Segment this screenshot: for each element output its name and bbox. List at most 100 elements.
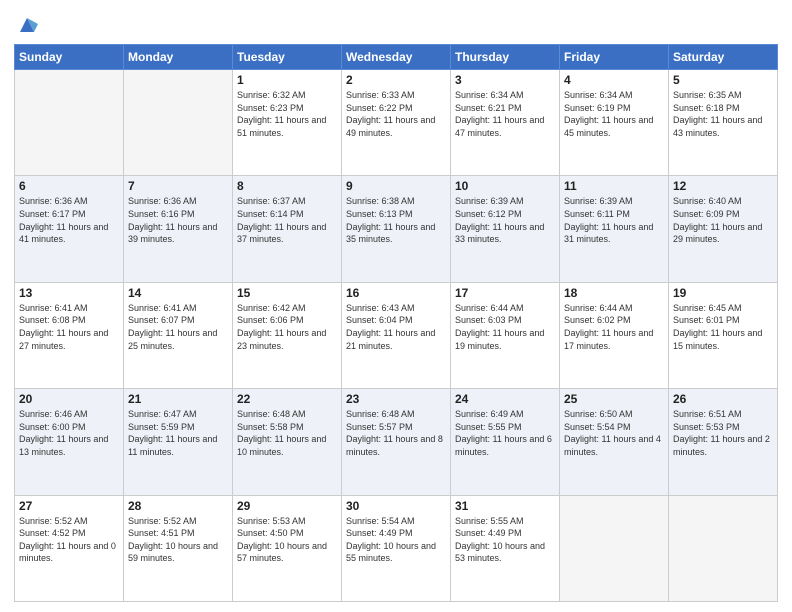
day-number: 21 [128, 392, 228, 406]
logo [14, 14, 38, 36]
table-row: 5Sunrise: 6:35 AMSunset: 6:18 PMDaylight… [669, 70, 778, 176]
day-number: 23 [346, 392, 446, 406]
day-number: 22 [237, 392, 337, 406]
day-info: Sunrise: 6:44 AMSunset: 6:03 PMDaylight:… [455, 302, 555, 352]
day-number: 16 [346, 286, 446, 300]
day-number: 9 [346, 179, 446, 193]
day-info: Sunrise: 6:48 AMSunset: 5:58 PMDaylight:… [237, 408, 337, 458]
table-row: 16 Sunrise: 6:43 AMSunset: 6:04 PMDayligh… [342, 282, 451, 388]
day-number: 3 [455, 73, 555, 87]
table-row: 27 Sunrise: 5:52 AMSunset: 4:52 PMDayligh… [15, 495, 124, 601]
day-number: 15 [237, 286, 337, 300]
day-info: Sunrise: 6:37 AMSunset: 6:14 PMDaylight:… [237, 195, 337, 245]
day-number: 28 [128, 499, 228, 513]
table-row: 15 Sunrise: 6:42 AMSunset: 6:06 PMDayligh… [233, 282, 342, 388]
table-row: 23 Sunrise: 6:48 AMSunset: 5:57 PMDayligh… [342, 389, 451, 495]
table-row: 22 Sunrise: 6:48 AMSunset: 5:58 PMDayligh… [233, 389, 342, 495]
table-row: 7 Sunrise: 6:36 AMSunset: 6:16 PMDaylight… [124, 176, 233, 282]
day-number: 18 [564, 286, 664, 300]
day-number: 30 [346, 499, 446, 513]
calendar-week-row: 27 Sunrise: 5:52 AMSunset: 4:52 PMDayligh… [15, 495, 778, 601]
table-row: 9 Sunrise: 6:38 AMSunset: 6:13 PMDaylight… [342, 176, 451, 282]
day-info: Sunrise: 6:41 AMSunset: 6:07 PMDaylight:… [128, 302, 228, 352]
table-row [560, 495, 669, 601]
day-info: Sunrise: 6:36 AMSunset: 6:16 PMDaylight:… [128, 195, 228, 245]
day-info: Sunrise: 6:34 AMSunset: 6:21 PMDaylight:… [455, 89, 555, 139]
table-row: 25 Sunrise: 6:50 AMSunset: 5:54 PMDayligh… [560, 389, 669, 495]
day-number: 4 [564, 73, 664, 87]
day-info: Sunrise: 6:51 AMSunset: 5:53 PMDaylight:… [673, 408, 773, 458]
table-row: 28 Sunrise: 5:52 AMSunset: 4:51 PMDayligh… [124, 495, 233, 601]
day-number: 5 [673, 73, 773, 87]
page-container: Sunday Monday Tuesday Wednesday Thursday… [0, 0, 792, 612]
calendar-week-row: 6Sunrise: 6:36 AMSunset: 6:17 PMDaylight… [15, 176, 778, 282]
day-info: Sunrise: 6:46 AMSunset: 6:00 PMDaylight:… [19, 408, 119, 458]
day-info: Sunrise: 6:50 AMSunset: 5:54 PMDaylight:… [564, 408, 664, 458]
day-info: Sunrise: 5:52 AMSunset: 4:52 PMDaylight:… [19, 515, 119, 565]
table-row [124, 70, 233, 176]
table-row: 6Sunrise: 6:36 AMSunset: 6:17 PMDaylight… [15, 176, 124, 282]
logo-icon [16, 14, 38, 36]
table-row: 3 Sunrise: 6:34 AMSunset: 6:21 PMDaylight… [451, 70, 560, 176]
day-info: Sunrise: 6:45 AMSunset: 6:01 PMDaylight:… [673, 302, 773, 352]
calendar-week-row: 1Sunrise: 6:32 AMSunset: 6:23 PMDaylight… [15, 70, 778, 176]
day-info: Sunrise: 6:43 AMSunset: 6:04 PMDaylight:… [346, 302, 446, 352]
day-info: Sunrise: 5:55 AMSunset: 4:49 PMDaylight:… [455, 515, 555, 565]
table-row: 14 Sunrise: 6:41 AMSunset: 6:07 PMDayligh… [124, 282, 233, 388]
day-info: Sunrise: 6:40 AMSunset: 6:09 PMDaylight:… [673, 195, 773, 245]
calendar-week-row: 20 Sunrise: 6:46 AMSunset: 6:00 PMDayligh… [15, 389, 778, 495]
day-info: Sunrise: 6:42 AMSunset: 6:06 PMDaylight:… [237, 302, 337, 352]
table-row: 13 Sunrise: 6:41 AMSunset: 6:08 PMDayligh… [15, 282, 124, 388]
day-number: 7 [128, 179, 228, 193]
day-number: 11 [564, 179, 664, 193]
day-info: Sunrise: 5:52 AMSunset: 4:51 PMDaylight:… [128, 515, 228, 565]
day-number: 2 [346, 73, 446, 87]
day-info: Sunrise: 6:34 AMSunset: 6:19 PMDaylight:… [564, 89, 664, 139]
table-row: 4 Sunrise: 6:34 AMSunset: 6:19 PMDaylight… [560, 70, 669, 176]
calendar-header-row: Sunday Monday Tuesday Wednesday Thursday… [15, 45, 778, 70]
day-number: 13 [19, 286, 119, 300]
table-row: 11Sunrise: 6:39 AMSunset: 6:11 PMDayligh… [560, 176, 669, 282]
day-info: Sunrise: 6:44 AMSunset: 6:02 PMDaylight:… [564, 302, 664, 352]
table-row: 21Sunrise: 6:47 AMSunset: 5:59 PMDayligh… [124, 389, 233, 495]
day-number: 8 [237, 179, 337, 193]
table-row: 29Sunrise: 5:53 AMSunset: 4:50 PMDayligh… [233, 495, 342, 601]
table-row: 24 Sunrise: 6:49 AMSunset: 5:55 PMDayligh… [451, 389, 560, 495]
day-number: 31 [455, 499, 555, 513]
table-row: 10Sunrise: 6:39 AMSunset: 6:12 PMDayligh… [451, 176, 560, 282]
table-row: 17 Sunrise: 6:44 AMSunset: 6:03 PMDayligh… [451, 282, 560, 388]
day-info: Sunrise: 6:49 AMSunset: 5:55 PMDaylight:… [455, 408, 555, 458]
table-row [15, 70, 124, 176]
day-number: 12 [673, 179, 773, 193]
day-info: Sunrise: 6:32 AMSunset: 6:23 PMDaylight:… [237, 89, 337, 139]
table-row: 12 Sunrise: 6:40 AMSunset: 6:09 PMDayligh… [669, 176, 778, 282]
day-number: 26 [673, 392, 773, 406]
calendar-week-row: 13 Sunrise: 6:41 AMSunset: 6:08 PMDayligh… [15, 282, 778, 388]
day-info: Sunrise: 6:33 AMSunset: 6:22 PMDaylight:… [346, 89, 446, 139]
day-number: 20 [19, 392, 119, 406]
col-thursday: Thursday [451, 45, 560, 70]
col-tuesday: Tuesday [233, 45, 342, 70]
col-wednesday: Wednesday [342, 45, 451, 70]
col-monday: Monday [124, 45, 233, 70]
day-info: Sunrise: 6:38 AMSunset: 6:13 PMDaylight:… [346, 195, 446, 245]
day-number: 6 [19, 179, 119, 193]
table-row: 8 Sunrise: 6:37 AMSunset: 6:14 PMDaylight… [233, 176, 342, 282]
day-number: 10 [455, 179, 555, 193]
day-number: 27 [19, 499, 119, 513]
day-number: 17 [455, 286, 555, 300]
col-friday: Friday [560, 45, 669, 70]
day-info: Sunrise: 6:41 AMSunset: 6:08 PMDaylight:… [19, 302, 119, 352]
table-row: 20 Sunrise: 6:46 AMSunset: 6:00 PMDayligh… [15, 389, 124, 495]
table-row: 31 Sunrise: 5:55 AMSunset: 4:49 PMDayligh… [451, 495, 560, 601]
calendar-table: Sunday Monday Tuesday Wednesday Thursday… [14, 44, 778, 602]
day-number: 25 [564, 392, 664, 406]
day-number: 24 [455, 392, 555, 406]
day-number: 29 [237, 499, 337, 513]
col-sunday: Sunday [15, 45, 124, 70]
day-info: Sunrise: 6:48 AMSunset: 5:57 PMDaylight:… [346, 408, 446, 458]
table-row: 18 Sunrise: 6:44 AMSunset: 6:02 PMDayligh… [560, 282, 669, 388]
day-number: 14 [128, 286, 228, 300]
day-number: 19 [673, 286, 773, 300]
table-row: 1Sunrise: 6:32 AMSunset: 6:23 PMDaylight… [233, 70, 342, 176]
